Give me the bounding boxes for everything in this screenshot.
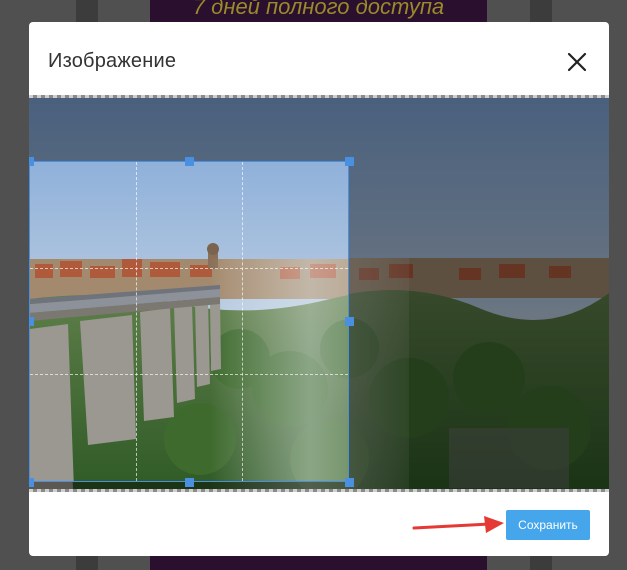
- modal-title: Изображение: [48, 50, 177, 72]
- crop-grid-line: [30, 374, 348, 375]
- crop-handle-top-right[interactable]: [345, 157, 354, 166]
- modal-header: Изображение: [29, 22, 609, 95]
- crop-handle-bottom-left[interactable]: [29, 478, 34, 487]
- background-bottom-bar: [150, 556, 487, 570]
- crop-preview: [30, 162, 348, 481]
- crop-handle-left[interactable]: [29, 317, 34, 326]
- save-button[interactable]: Сохранить: [506, 510, 590, 540]
- crop-grid-line: [30, 268, 348, 269]
- crop-handle-right[interactable]: [345, 317, 354, 326]
- crop-grid-line: [136, 162, 137, 481]
- background-banner: 7 дней полного доступа: [150, 0, 487, 22]
- image-editor-modal: Изображение Сохранить: [29, 22, 609, 556]
- modal-footer: Сохранить: [29, 492, 609, 556]
- close-icon: [567, 52, 587, 72]
- crop-handle-top[interactable]: [185, 157, 194, 166]
- crop-handle-top-left[interactable]: [29, 157, 34, 166]
- image-crop-area[interactable]: [29, 95, 609, 492]
- red-arrow-annotation: [412, 516, 504, 533]
- close-button[interactable]: [565, 50, 589, 74]
- crop-handle-bottom-right[interactable]: [345, 478, 354, 487]
- crop-selection-box[interactable]: [29, 161, 349, 482]
- crop-grid-line: [242, 162, 243, 481]
- crop-handle-bottom[interactable]: [185, 478, 194, 487]
